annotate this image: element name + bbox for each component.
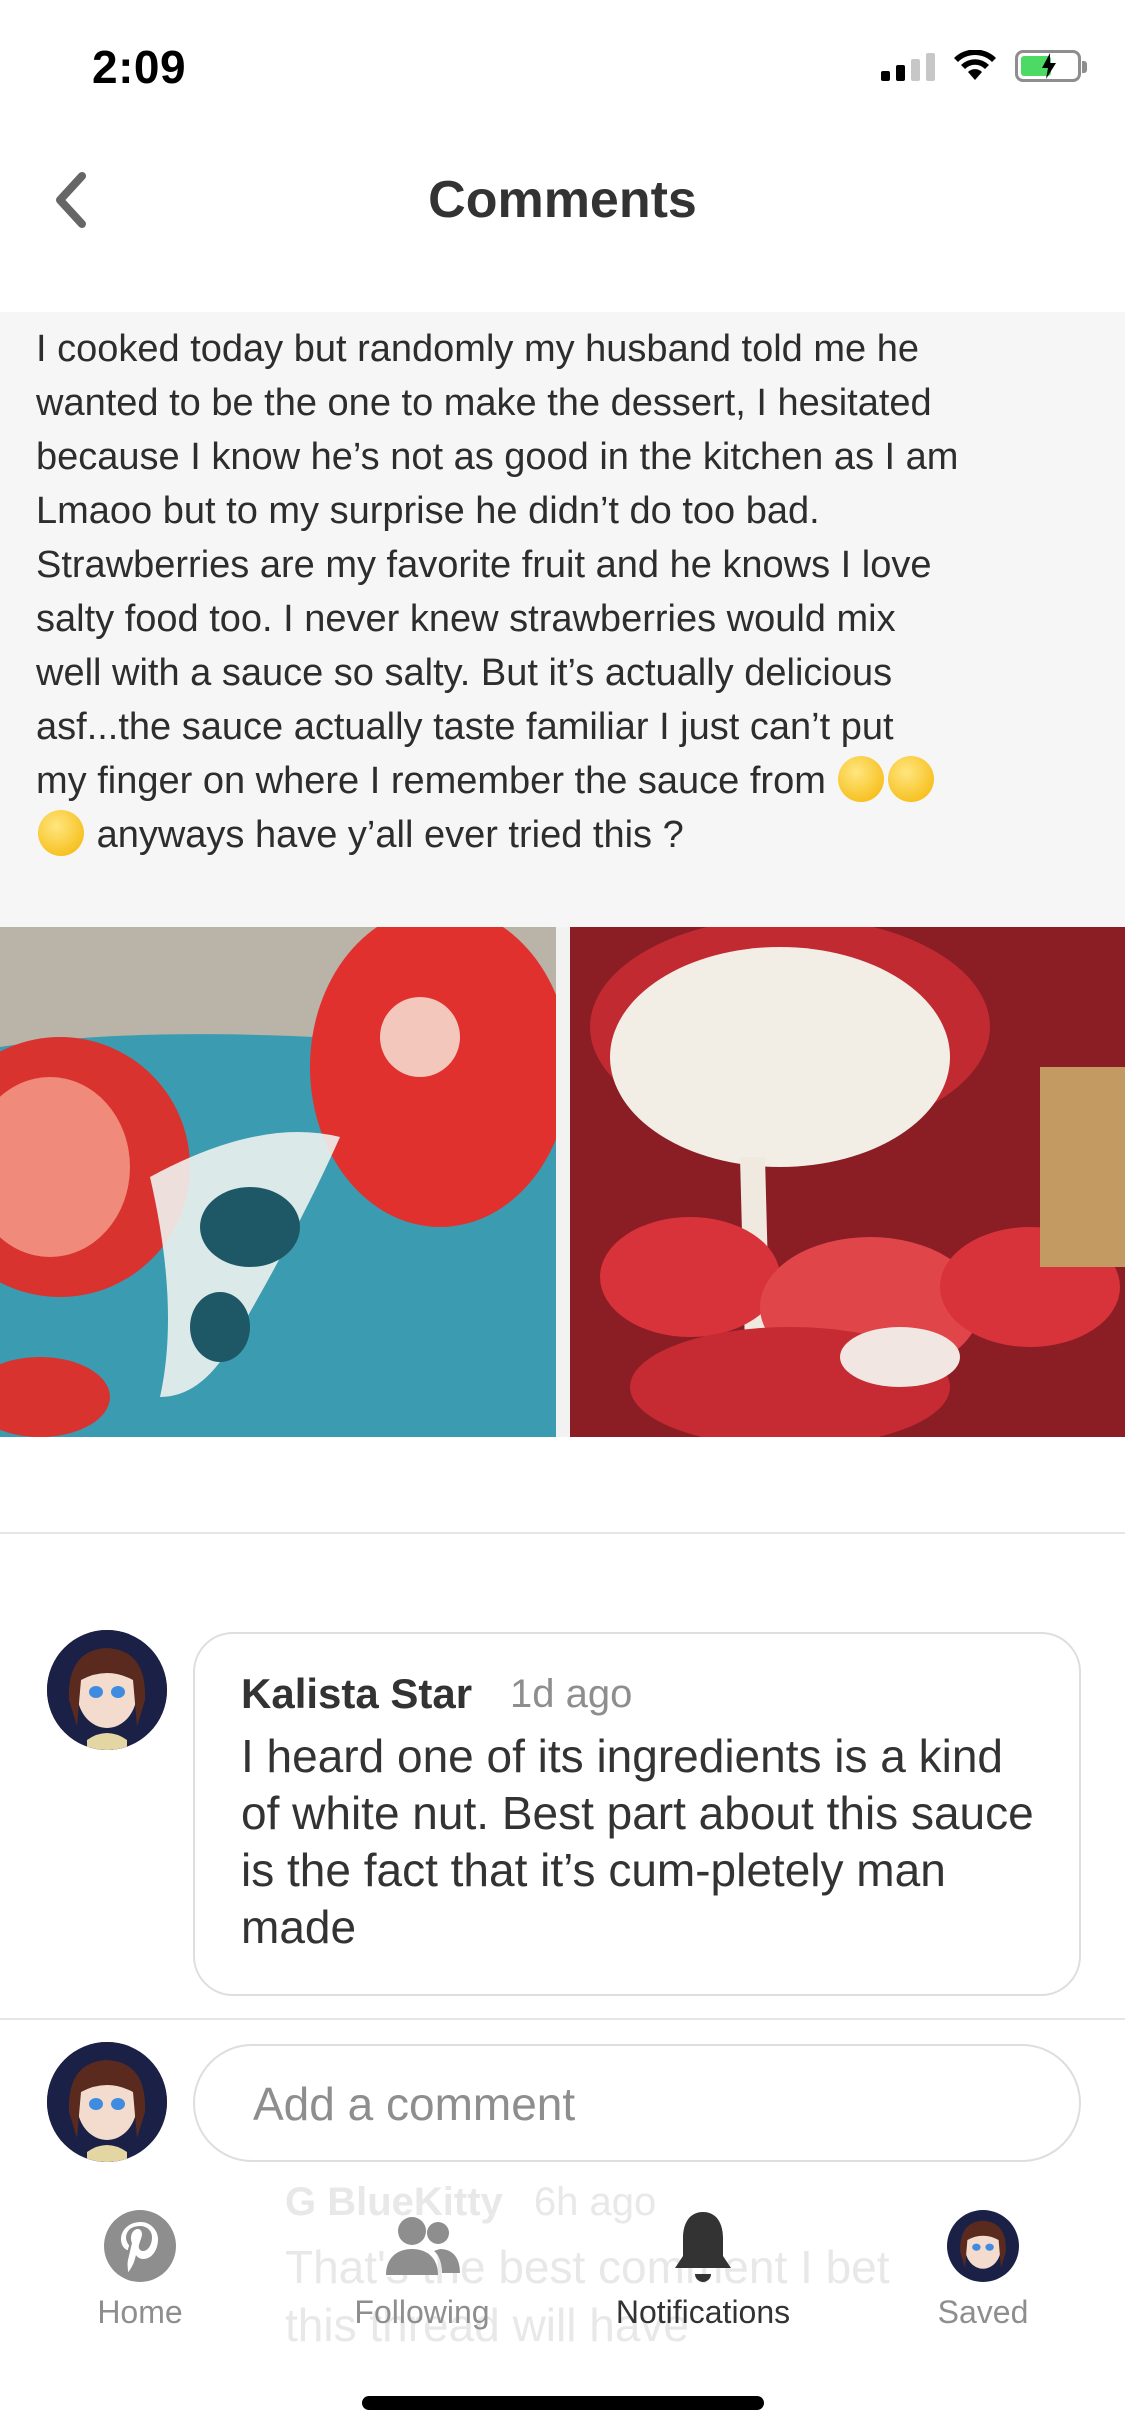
post-caption: I cooked today but randomly my husband t… [36,322,1106,862]
comment-body: I heard one of its ingredients is a kind… [241,1730,1034,1953]
comment-card[interactable]: Kalista Star 1d ago I heard one of its i… [193,1632,1081,1996]
caption-line: I cooked today but randomly my husband t… [36,328,919,370]
tab-bar: Home Following Notifications Saved [0,2190,1125,2350]
comment-author[interactable]: Kalista Star [241,1670,472,1718]
battery-icon [1015,50,1087,82]
thinking-emoji-icon [888,755,935,802]
post-image[interactable]: I cooked today but randomly my husband t… [0,312,1125,1437]
home-indicator[interactable] [362,2396,764,2410]
thinking-emoji-icon [838,755,885,802]
tab-label: Home [97,2294,183,2330]
people-icon [386,2217,460,2275]
caption-line: Strawberries are my favorite fruit and h… [36,544,932,586]
add-comment-box[interactable] [193,2044,1081,2162]
status-bar: 2:09 [0,0,1125,140]
add-comment-input[interactable] [253,2074,1033,2134]
tab-following[interactable]: Following [322,2190,522,2350]
avatar-icon [947,2210,1019,2282]
strawberry-photo-left [0,927,556,1437]
status-time: 2:09 [92,41,187,93]
caption-line: wanted to be the one to make the dessert… [36,382,932,424]
caption-line: anyways have y’all ever tried this ? [96,814,684,856]
bell-icon [675,2212,731,2282]
pinterest-icon [104,2210,176,2282]
tab-label: Following [354,2294,490,2330]
caption-line: salty food too. I never knew strawberrie… [36,598,896,640]
tab-saved[interactable]: Saved [883,2190,1083,2350]
current-user-avatar [47,2042,167,2162]
commenter-avatar[interactable] [47,1630,167,1750]
caption-line: asf...the sauce actually taste familiar … [36,706,894,748]
caption-line: my finger on where I remember the sauce … [36,760,826,802]
tab-label: Saved [937,2294,1029,2330]
page-title: Comments [428,171,697,229]
cellular-signal-icon [881,51,935,81]
section-divider [0,1532,1125,1534]
tab-home[interactable]: Home [40,2190,240,2350]
caption-line: well with a sauce so salty. But it’s act… [36,652,893,694]
caption-line: because I know he’s not as good in the k… [36,436,959,478]
strawberry-photo-right [570,927,1125,1437]
tab-notifications[interactable]: Notifications [603,2190,803,2350]
caption-line: Lmaoo but to my surprise he didn’t do to… [36,490,820,532]
section-divider [0,2018,1125,2020]
wifi-icon [954,50,996,80]
tab-label: Notifications [615,2294,791,2330]
comment-timestamp: 1d ago [510,1672,633,1716]
thinking-emoji-icon [38,809,84,856]
header: Comments [0,140,1125,260]
status-icons [881,50,1087,82]
photo-divider [556,927,570,1437]
